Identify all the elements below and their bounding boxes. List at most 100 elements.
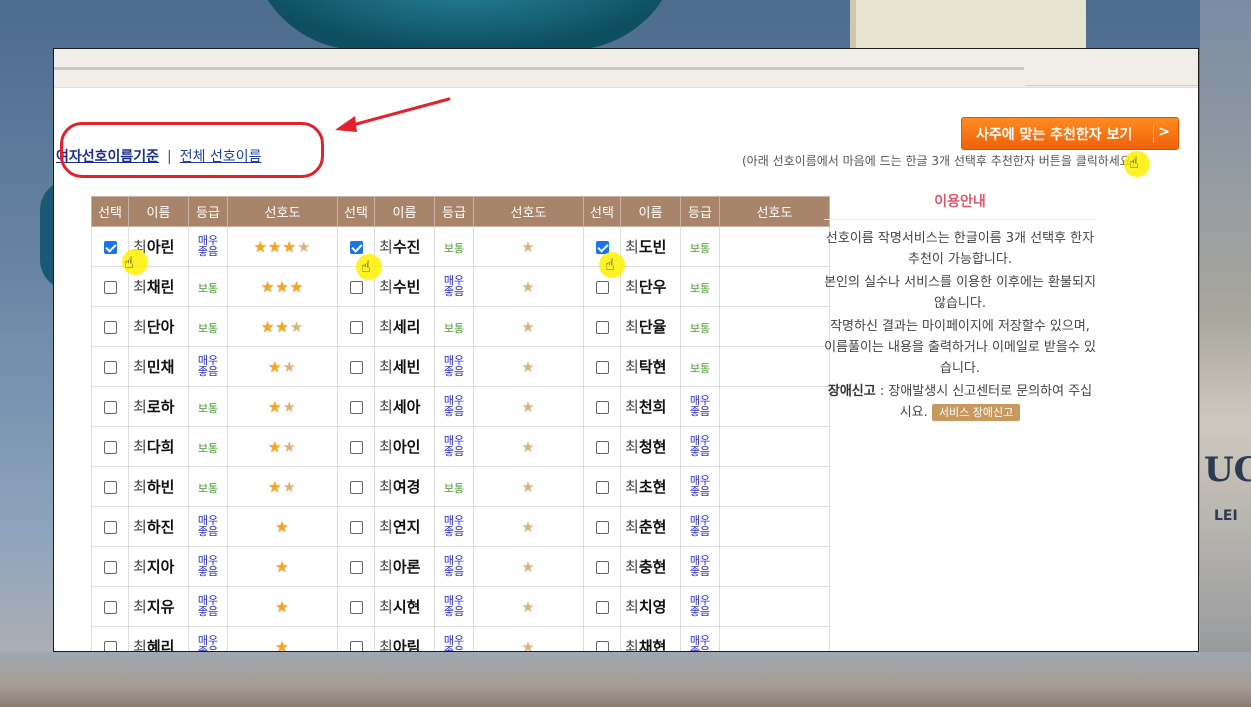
preference-cell	[719, 506, 830, 547]
star-rating: ★	[521, 478, 535, 496]
select-checkbox[interactable]	[349, 641, 363, 651]
star-rating: ★	[275, 598, 289, 616]
half-star-icon: ★	[289, 318, 305, 336]
select-checkbox[interactable]	[349, 401, 363, 414]
grade-label: 보통	[689, 282, 711, 295]
name-cell: 최청현	[620, 426, 681, 467]
grade-label: 보통	[689, 362, 711, 375]
star-icon: ★	[268, 438, 283, 456]
select-checkbox[interactable]	[349, 321, 363, 334]
name-cell: 최도빈	[620, 226, 681, 267]
grade-label: 매우좋음	[197, 633, 219, 652]
grade-cell: 매우좋음	[434, 386, 474, 427]
select-checkbox[interactable]	[595, 481, 609, 494]
top-bar-divider	[54, 67, 1024, 70]
star-icon: ★	[260, 318, 276, 336]
select-checkbox[interactable]	[595, 601, 609, 614]
select-checkbox[interactable]	[349, 601, 363, 614]
select-checkbox[interactable]	[103, 441, 117, 454]
given-name: 천희	[638, 398, 667, 416]
select-checkbox[interactable]	[595, 321, 609, 334]
table-row: 최아린 매우좋음 ★★★★ 최수진 보통 ★ 최도빈 보통	[91, 226, 830, 267]
select-cell	[337, 466, 375, 507]
table-row: 최지아 매우좋음 ★ 최아론 매우좋음 ★ 최충현 매우좋음	[91, 546, 830, 587]
select-checkbox[interactable]	[595, 281, 609, 294]
select-checkbox[interactable]	[595, 641, 609, 651]
star-icon: ★	[268, 238, 283, 256]
half-star-icon: ★	[521, 318, 536, 336]
hand-cursor-icon: ☝	[361, 257, 371, 276]
grade-cell: 매우좋음	[680, 546, 720, 587]
surname: 최	[625, 238, 639, 256]
name-cell: 최아론	[374, 546, 435, 587]
select-checkbox[interactable]	[349, 441, 363, 454]
grade-label: 매우좋음	[443, 393, 465, 418]
grade-cell: 매우좋음	[680, 466, 720, 507]
grade-label: 매우좋음	[443, 273, 465, 298]
select-checkbox[interactable]	[103, 601, 117, 614]
grade-cell: 보통	[680, 306, 720, 347]
surname: 최	[625, 278, 639, 296]
star-rating: ★★★★	[254, 238, 312, 256]
button-divider	[1153, 126, 1154, 143]
table-row: 최지유 매우좋음 ★ 최시현 매우좋음 ★ 최치영 매우좋음	[91, 586, 830, 627]
name-cell: 최지유	[128, 586, 189, 627]
preference-cell	[719, 626, 830, 651]
select-checkbox[interactable]	[349, 281, 363, 294]
select-checkbox[interactable]	[103, 241, 117, 254]
select-checkbox[interactable]	[349, 561, 363, 574]
preference-cell: ★	[473, 226, 584, 267]
grade-label: 매우좋음	[689, 393, 711, 418]
service-report-button[interactable]: 서비스 장애신고	[931, 404, 1021, 421]
half-star-icon: ★	[282, 438, 297, 456]
select-cell	[337, 386, 375, 427]
select-checkbox[interactable]	[103, 561, 117, 574]
name-cell: 최천희	[620, 386, 681, 427]
select-checkbox[interactable]	[595, 561, 609, 574]
select-checkbox[interactable]	[103, 641, 117, 651]
select-checkbox[interactable]	[349, 521, 363, 534]
grade-label: 보통	[689, 242, 711, 255]
select-cell	[583, 626, 621, 651]
select-checkbox[interactable]	[595, 521, 609, 534]
select-checkbox[interactable]	[103, 521, 117, 534]
surname: 최	[379, 238, 393, 256]
select-checkbox[interactable]	[103, 401, 117, 414]
select-checkbox[interactable]	[349, 361, 363, 374]
select-checkbox[interactable]	[595, 361, 609, 374]
given-name: 단아	[146, 318, 175, 336]
grade-label: 매우좋음	[197, 233, 219, 258]
star-rating: ★	[521, 278, 535, 296]
star-icon: ★	[275, 638, 290, 652]
select-checkbox[interactable]	[349, 481, 363, 494]
grade-cell: 매우좋음	[188, 586, 228, 627]
usage-guide-line: 작명하신 결과는 마이페이지에 저장할수 있으며, 이름풀이는 내용을 출력하거…	[824, 319, 1096, 376]
given-name: 지아	[146, 558, 175, 576]
surname: 최	[625, 398, 639, 416]
select-checkbox[interactable]	[103, 481, 117, 494]
select-cell	[91, 626, 129, 651]
given-name: 채린	[146, 278, 175, 296]
star-rating: ★★	[268, 398, 297, 416]
name-cell: 최민채	[128, 346, 189, 387]
select-checkbox[interactable]	[103, 361, 117, 374]
select-cell	[583, 306, 621, 347]
given-name: 다희	[146, 438, 175, 456]
grade-label: 보통	[443, 242, 465, 255]
select-checkbox[interactable]	[595, 441, 609, 454]
star-icon: ★	[268, 398, 283, 416]
select-checkbox[interactable]	[103, 321, 117, 334]
select-checkbox[interactable]	[103, 281, 117, 294]
grade-label: 매우좋음	[443, 353, 465, 378]
surname: 최	[625, 318, 639, 336]
grade-label: 매우좋음	[443, 633, 465, 652]
table-header-row: 선택 이름 등급 선호도 선택 이름 등급 선호도 선택 이름 등급 선호도	[91, 196, 830, 227]
select-checkbox[interactable]	[595, 401, 609, 414]
given-name: 세리	[392, 318, 421, 336]
select-cell	[583, 346, 621, 387]
hand-cursor-icon: ☝	[605, 255, 615, 274]
select-cell	[337, 306, 375, 347]
select-checkbox[interactable]	[349, 241, 363, 254]
recommend-hanja-button[interactable]: 사주에 맞는 추천한자 보기 >	[961, 117, 1179, 150]
preference-cell	[719, 586, 830, 627]
